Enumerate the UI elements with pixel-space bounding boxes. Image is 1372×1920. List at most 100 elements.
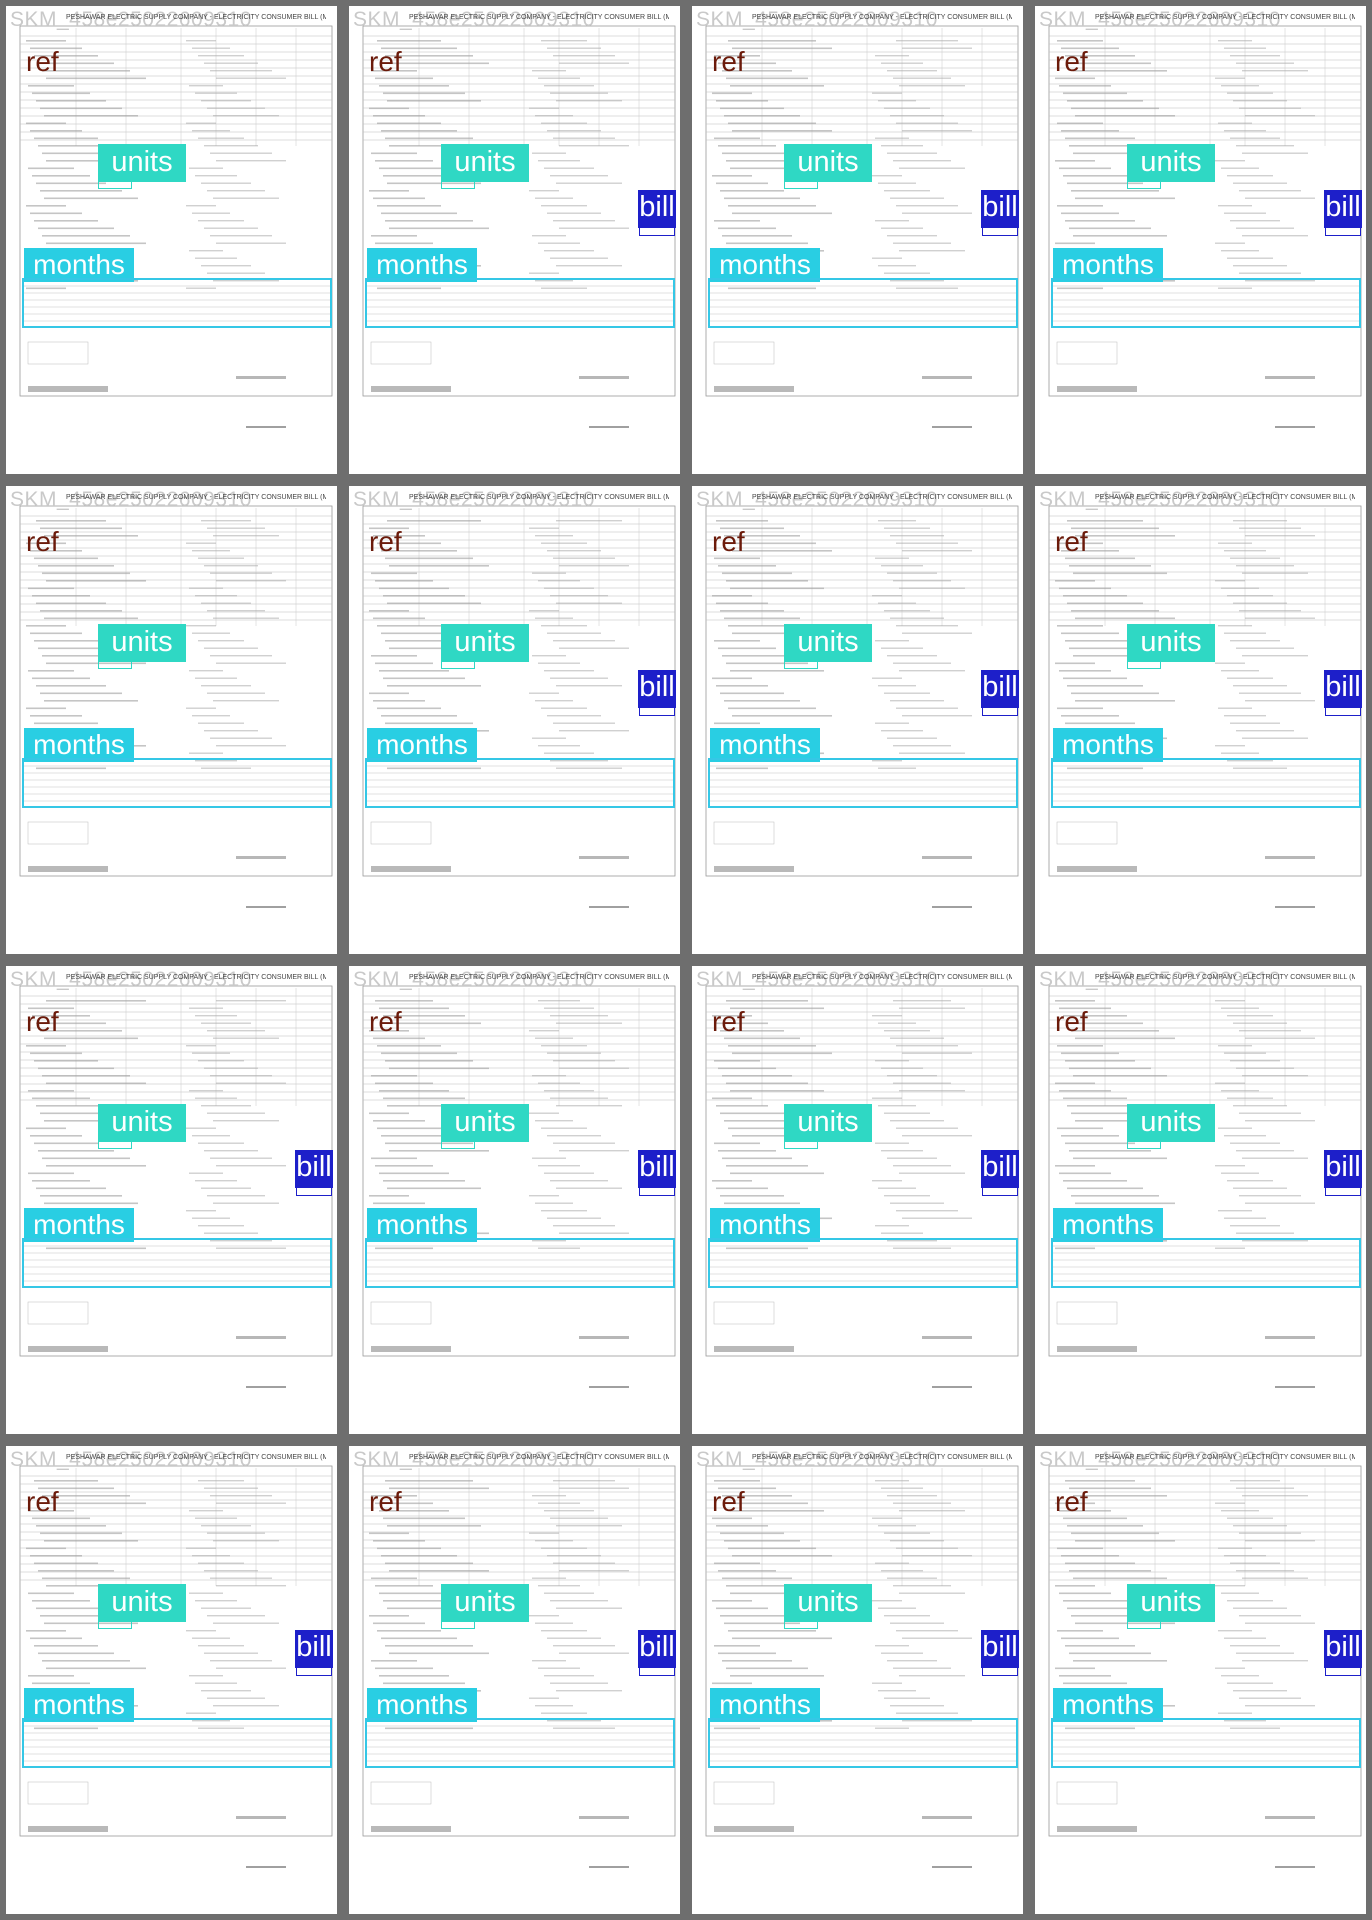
ref-label: ref [1055,1006,1088,1037]
bill-header-title: PESHAWAR ELECTRIC SUPPLY COMPANY - ELECT… [1095,1454,1355,1461]
bill-scan-cell[interactable]: SKM_458e25022609310 PESHAWAR ELECTRIC SUP… [686,960,1029,1440]
bill-page: SKM_458e25022609310 PESHAWAR ELECTRIC SUP… [349,486,680,954]
months-table-box [365,1718,675,1768]
bill-header-title: PESHAWAR ELECTRIC SUPPLY COMPANY - ELECT… [409,14,669,21]
bill-bounding-box [982,226,1018,236]
bill-bounding-box [1325,226,1361,236]
ref-label: ref [712,1486,745,1517]
months-table-box [365,758,675,808]
bill-scan-cell[interactable]: SKM_458e25022609310 PESHAWAR ELECTRIC SUP… [0,0,343,480]
ref-label: ref [26,1006,59,1037]
ref-label: ref [1055,526,1088,557]
months-label: months [24,728,134,762]
units-label: units [784,144,872,182]
bill-bounding-box [982,1186,1018,1196]
units-label: units [1127,144,1215,182]
bill-scan-cell[interactable]: SKM_458e25022609310 PESHAWAR ELECTRIC SUP… [1029,480,1372,960]
ref-label: ref [26,46,59,77]
months-label: months [1053,1208,1163,1242]
bill-bounding-box [296,1186,332,1196]
units-bounding-box [1127,1620,1161,1629]
ref-label: ref [1055,1486,1088,1517]
ref-label: ref [712,1006,745,1037]
bill-header-title: PESHAWAR ELECTRIC SUPPLY COMPANY - ELECT… [1095,14,1355,21]
bill-scan-cell[interactable]: SKM_458e25022609310 PESHAWAR ELECTRIC SUP… [0,960,343,1440]
units-bounding-box [98,660,132,669]
bill-scan-cell[interactable]: SKM_458e25022609310 PESHAWAR ELECTRIC SUP… [343,480,686,960]
months-label: months [1053,728,1163,762]
bill-page: SKM_458e25022609310 PESHAWAR ELECTRIC SUP… [1035,6,1366,474]
bill-header-title: PESHAWAR ELECTRIC SUPPLY COMPANY - ELECT… [66,14,326,21]
bill-page: SKM_458e25022609310 PESHAWAR ELECTRIC SUP… [349,1446,680,1914]
months-label: months [710,1688,820,1722]
bill-label: bill [981,190,1019,228]
months-label: months [710,248,820,282]
bill-scan-cell[interactable]: SKM_458e25022609310 PESHAWAR ELECTRIC SUP… [686,1440,1029,1920]
bill-label: bill [295,1150,333,1188]
months-label: months [24,1688,134,1722]
bill-scan-cell[interactable]: SKM_458e25022609310 PESHAWAR ELECTRIC SUP… [686,0,1029,480]
bill-label: bill [981,670,1019,708]
bill-scan-cell[interactable]: SKM_458e25022609310 PESHAWAR ELECTRIC SUP… [343,0,686,480]
bill-scan-cell[interactable]: SKM_458e25022609310 PESHAWAR ELECTRIC SUP… [343,960,686,1440]
units-label: units [98,1584,186,1622]
units-label: units [441,1584,529,1622]
months-table-box [22,1238,332,1288]
months-table-box [1051,758,1361,808]
bill-scan-cell[interactable]: SKM_458e25022609310 PESHAWAR ELECTRIC SUP… [0,1440,343,1920]
units-label: units [1127,624,1215,662]
ref-label: ref [369,1486,402,1517]
months-label: months [367,728,477,762]
bill-header-title: PESHAWAR ELECTRIC SUPPLY COMPANY - ELECT… [409,1454,669,1461]
ref-label: ref [369,526,402,557]
bill-bounding-box [296,1666,332,1676]
months-table-box [1051,1238,1361,1288]
bill-scan-cell[interactable]: SKM_458e25022609310 PESHAWAR ELECTRIC SUP… [1029,960,1372,1440]
bill-scan-cell[interactable]: SKM_458e25022609310 PESHAWAR ELECTRIC SUP… [343,1440,686,1920]
bill-header-title: PESHAWAR ELECTRIC SUPPLY COMPANY - ELECT… [66,494,326,501]
bill-bounding-box [639,706,675,716]
bill-page: SKM_458e25022609310 PESHAWAR ELECTRIC SUP… [6,966,337,1434]
bill-header-title: PESHAWAR ELECTRIC SUPPLY COMPANY - ELECT… [1095,494,1355,501]
bill-bounding-box [639,226,675,236]
months-label: months [367,1688,477,1722]
bill-label: bill [1324,1150,1362,1188]
months-table-box [365,1238,675,1288]
months-table-box [22,758,332,808]
units-bounding-box [784,180,818,189]
bill-header-title: PESHAWAR ELECTRIC SUPPLY COMPANY - ELECT… [1095,974,1355,981]
bill-page: SKM_458e25022609310 PESHAWAR ELECTRIC SUP… [6,6,337,474]
bill-bounding-box [1325,1186,1361,1196]
ref-label: ref [369,46,402,77]
ref-label: ref [712,46,745,77]
ref-label: ref [26,1486,59,1517]
bill-header-title: PESHAWAR ELECTRIC SUPPLY COMPANY - ELECT… [409,494,669,501]
months-table-box [708,1238,1018,1288]
months-table-box [708,1718,1018,1768]
bill-header-title: PESHAWAR ELECTRIC SUPPLY COMPANY - ELECT… [752,1454,1012,1461]
bill-page: SKM_458e25022609310 PESHAWAR ELECTRIC SUP… [692,966,1023,1434]
months-table-box [22,1718,332,1768]
units-bounding-box [98,1620,132,1629]
bill-scan-cell[interactable]: SKM_458e25022609310 PESHAWAR ELECTRIC SUP… [1029,1440,1372,1920]
bill-header-title: PESHAWAR ELECTRIC SUPPLY COMPANY - ELECT… [66,1454,326,1461]
bill-bounding-box [1325,706,1361,716]
units-bounding-box [784,1140,818,1149]
units-bounding-box [98,180,132,189]
bill-label: bill [638,670,676,708]
bill-page: SKM_458e25022609310 PESHAWAR ELECTRIC SUP… [692,6,1023,474]
months-label: months [710,1208,820,1242]
bill-label: bill [981,1630,1019,1668]
units-label: units [1127,1104,1215,1142]
units-bounding-box [1127,180,1161,189]
bill-bounding-box [1325,1666,1361,1676]
bill-page: SKM_458e25022609310 PESHAWAR ELECTRIC SUP… [6,486,337,954]
months-label: months [367,1208,477,1242]
bill-scan-cell[interactable]: SKM_458e25022609310 PESHAWAR ELECTRIC SUP… [1029,0,1372,480]
bill-page: SKM_458e25022609310 PESHAWAR ELECTRIC SUP… [1035,486,1366,954]
bill-scan-cell[interactable]: SKM_458e25022609310 PESHAWAR ELECTRIC SUP… [0,480,343,960]
bill-page: SKM_458e25022609310 PESHAWAR ELECTRIC SUP… [6,1446,337,1914]
units-label: units [98,624,186,662]
bill-scan-cell[interactable]: SKM_458e25022609310 PESHAWAR ELECTRIC SUP… [686,480,1029,960]
months-table-box [365,278,675,328]
